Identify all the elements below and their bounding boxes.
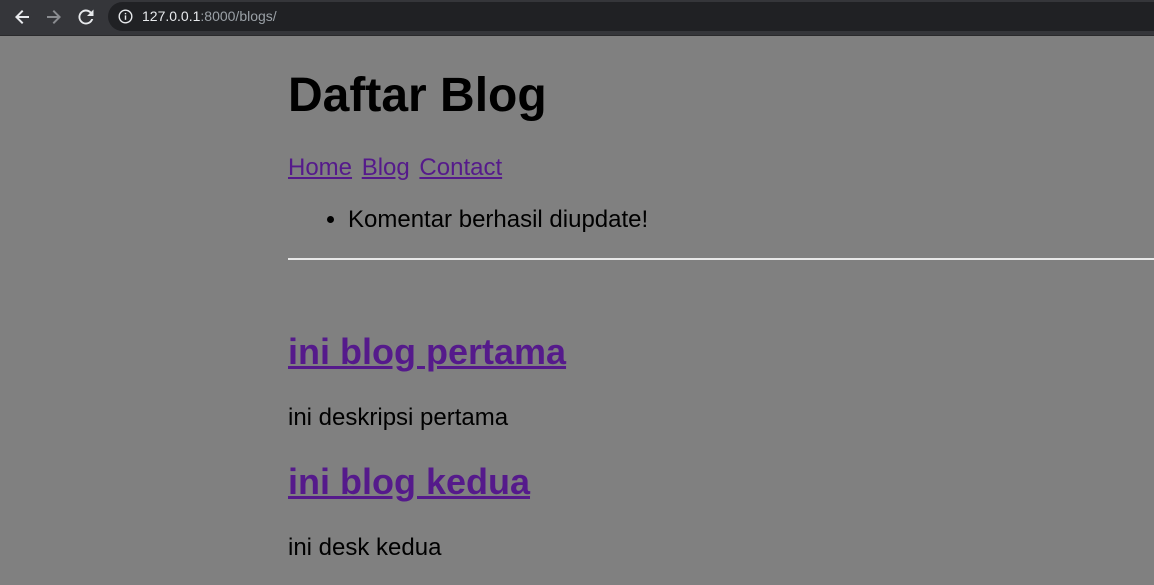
blog-link[interactable]: ini blog kedua bbox=[288, 461, 530, 502]
url-host: 127.0.0.1 bbox=[142, 8, 201, 24]
blog-title: ini blog kedua bbox=[288, 461, 530, 503]
nav-link-blog[interactable]: Blog bbox=[362, 154, 410, 181]
nav-link-home[interactable]: Home bbox=[288, 154, 352, 181]
blog-title: ini blog pertama bbox=[288, 331, 566, 373]
blog-description: ini deskripsi pertama bbox=[288, 404, 509, 431]
address-bar[interactable]: 127.0.0.1:8000/blogs/ bbox=[108, 2, 1154, 31]
reload-button[interactable] bbox=[74, 5, 98, 29]
url-path: :8000/blogs/ bbox=[200, 8, 277, 24]
blog-description: ini desk kedua bbox=[288, 534, 442, 561]
arrow-left-icon bbox=[13, 8, 31, 26]
reload-icon bbox=[77, 8, 95, 26]
message-item: Komentar berhasil diupdate! bbox=[348, 206, 648, 234]
page-body: Daftar Blog Home Blog Contact Komentar b… bbox=[0, 36, 1154, 585]
arrow-right-icon bbox=[45, 8, 63, 26]
info-icon[interactable] bbox=[118, 9, 133, 24]
back-button[interactable] bbox=[10, 5, 34, 29]
message-list: Komentar berhasil diupdate! bbox=[288, 206, 648, 234]
page-title: Daftar Blog bbox=[288, 69, 547, 122]
site-nav: Home Blog Contact bbox=[288, 154, 505, 182]
browser-toolbar: 127.0.0.1:8000/blogs/ bbox=[0, 0, 1154, 36]
url-text[interactable]: 127.0.0.1:8000/blogs/ bbox=[142, 8, 277, 24]
nav-link-contact[interactable]: Contact bbox=[419, 154, 502, 181]
blog-link[interactable]: ini blog pertama bbox=[288, 331, 566, 372]
divider bbox=[288, 258, 1154, 260]
forward-button[interactable] bbox=[42, 5, 66, 29]
